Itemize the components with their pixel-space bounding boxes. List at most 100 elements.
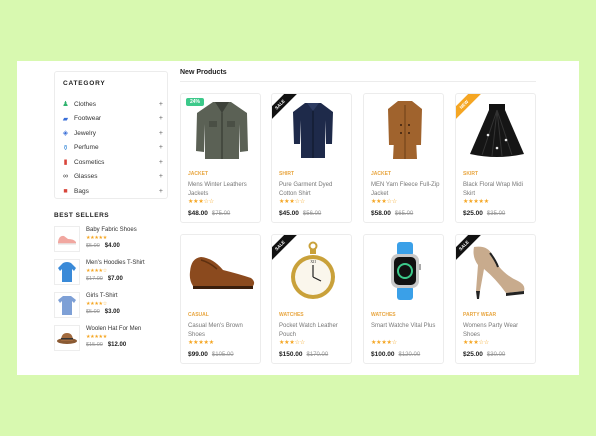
list-item[interactable]: Baby Fabric Shoes ★★★★★ $5.00 $4.00 (54, 226, 168, 259)
product-name[interactable]: Men's Hoodies T-Shirt (86, 260, 145, 266)
product-image-shoes[interactable] (185, 239, 258, 303)
category-label: Footwear (74, 115, 102, 123)
category-label: Glasses (74, 173, 98, 181)
plus-icon[interactable]: + (159, 144, 163, 151)
price: $25.00 (463, 210, 483, 217)
category-title: CATEGORY (63, 80, 106, 87)
product-card[interactable]: CASUAL Casual Men's Brown Shoes ★★★★★ $9… (180, 234, 261, 364)
price: $45.00 (279, 210, 299, 217)
rating-stars: ★★★★★ (188, 340, 214, 346)
perfume-icon: ⚱ (62, 144, 69, 152)
category-item-perfume[interactable]: ⚱ Perfume + (61, 141, 163, 156)
product-image-smartwatch[interactable] (368, 239, 441, 303)
category-item-bags[interactable]: ■ Bags + (61, 184, 163, 199)
bag-icon: ■ (63, 187, 68, 195)
category-item-jewelry[interactable]: ◈ Jewelry + (61, 126, 163, 141)
price: $99.00 (188, 351, 208, 358)
product-card[interactable]: SALE PARTY WEAR Womens Party Wear Shoes … (455, 234, 536, 364)
price: $3.00 (104, 309, 120, 315)
category-item-footwear[interactable]: ▰ Footwear + (61, 112, 163, 127)
price: $100.00 (371, 351, 395, 358)
old-price: $56.00 (302, 211, 322, 217)
product-name[interactable]: Baby Fabric Shoes (86, 227, 137, 233)
best-sellers-list: Baby Fabric Shoes ★★★★★ $5.00 $4.00 Men's… (54, 226, 168, 358)
product-image-shirt[interactable] (276, 98, 349, 162)
price: $58.00 (371, 210, 391, 217)
lipstick-icon: ▮ (63, 159, 68, 167)
category-label: Bags (74, 187, 89, 195)
list-item[interactable]: Girls T-Shirt ★★★★☆ $5.00 $3.00 (54, 292, 168, 325)
category-item-cosmetics[interactable]: ▮ Cosmetics + (61, 155, 163, 170)
rating-stars: ★★★☆☆ (188, 199, 214, 205)
price: $4.00 (104, 243, 120, 249)
plus-icon[interactable]: + (159, 101, 163, 108)
rating-stars: ★★★☆☆ (463, 340, 489, 346)
product-image-pocket-watch[interactable]: XII (276, 239, 349, 303)
product-name[interactable]: Girls T-Shirt (86, 293, 120, 299)
product-thumbnail[interactable] (54, 325, 80, 351)
product-category[interactable]: PARTY WEAR (463, 312, 496, 318)
plus-icon[interactable]: + (159, 188, 163, 195)
product-category[interactable]: JACKET (371, 171, 391, 177)
product-thumbnail[interactable] (54, 259, 80, 285)
product-category[interactable]: WATCHES (279, 312, 304, 318)
product-category[interactable]: JACKET (188, 171, 208, 177)
rating-stars: ★★★★★ (86, 235, 107, 241)
product-card[interactable]: XII SALE WATCHES Pocket Watch Leather Po… (271, 234, 352, 364)
rating-stars: ★★★★☆ (371, 340, 397, 346)
product-image-heels[interactable] (460, 239, 533, 303)
product-category[interactable]: SHIRT (279, 171, 294, 177)
product-thumbnail[interactable] (54, 226, 80, 252)
category-label: Jewelry (74, 129, 97, 137)
category-list: ♟ Clothes + ▰ Footwear + ◈ Jewelry + ⚱ P… (61, 97, 163, 199)
product-card[interactable]: 24% JACKET Mens Winter Leathers Jackets … (180, 93, 261, 223)
product-card[interactable]: WATCHES Smart Watche Vital Plus ★★★★☆ $1… (363, 234, 444, 364)
product-card[interactable]: JACKET MEN Yarn Fleece Full-Zip Jacket ★… (363, 93, 444, 223)
list-item[interactable]: Men's Hoodies T-Shirt ★★★★☆ $17.00 $7.00 (54, 259, 168, 292)
product-name[interactable]: Woolen Hat For Men (86, 326, 141, 332)
glasses-icon: ∞ (63, 173, 68, 181)
plus-icon[interactable]: + (159, 130, 163, 137)
product-name[interactable]: Pocket Watch Leather Pouch (279, 322, 349, 339)
old-price: $170.00 (306, 352, 329, 358)
product-name[interactable]: Smart Watche Vital Plus (371, 322, 441, 331)
old-price: $75.00 (211, 211, 231, 217)
product-thumbnail[interactable] (54, 292, 80, 318)
old-price: $120.00 (398, 352, 421, 358)
category-item-glasses[interactable]: ∞ Glasses + (61, 170, 163, 185)
product-name[interactable]: Mens Winter Leathers Jackets (188, 181, 258, 198)
product-image-coat[interactable] (368, 98, 441, 162)
best-sellers-title: BEST SELLERS (54, 212, 110, 219)
plus-icon[interactable]: + (159, 173, 163, 180)
product-name[interactable]: MEN Yarn Fleece Full-Zip Jacket (371, 181, 441, 198)
category-label: Clothes (74, 100, 97, 108)
product-card[interactable]: SALE SHIRT Pure Garment Dyed Cotton Shir… (271, 93, 352, 223)
dress-icon: ♟ (62, 101, 69, 109)
product-category[interactable]: WATCHES (371, 312, 396, 318)
ring-icon: ◈ (62, 130, 69, 138)
old-price: $35.00 (486, 211, 506, 217)
old-price: $15.00 (86, 342, 103, 348)
product-name[interactable]: Black Floral Wrap Midi Skirt (463, 181, 533, 198)
old-price: $30.00 (486, 352, 506, 358)
list-item[interactable]: Woolen Hat For Men ★★★★★ $15.00 $12.00 (54, 325, 168, 358)
plus-icon[interactable]: + (159, 115, 163, 122)
product-image-skirt[interactable] (460, 98, 533, 162)
product-name[interactable]: Casual Men's Brown Shoes (188, 322, 258, 339)
product-card[interactable]: NEW SKIRT Black Floral Wrap Midi Skirt ★… (455, 93, 536, 223)
category-item-clothes[interactable]: ♟ Clothes + (61, 97, 163, 112)
product-image-jacket[interactable] (185, 98, 258, 162)
rating-stars: ★★★★★ (463, 199, 489, 205)
price: $12.00 (107, 342, 127, 348)
plus-icon[interactable]: + (159, 159, 163, 166)
shoe-icon: ▰ (62, 115, 69, 123)
old-price: $5.00 (86, 243, 100, 249)
discount-badge: 24% (186, 98, 205, 106)
product-name[interactable]: Womens Party Wear Shoes (463, 322, 533, 339)
product-category[interactable]: CASUAL (188, 312, 209, 318)
product-name[interactable]: Pure Garment Dyed Cotton Shirt (279, 181, 349, 198)
svg-text:XII: XII (310, 259, 316, 264)
old-price: $5.00 (86, 309, 100, 315)
product-category[interactable]: SKIRT (463, 171, 478, 177)
category-label: Perfume (74, 144, 99, 152)
